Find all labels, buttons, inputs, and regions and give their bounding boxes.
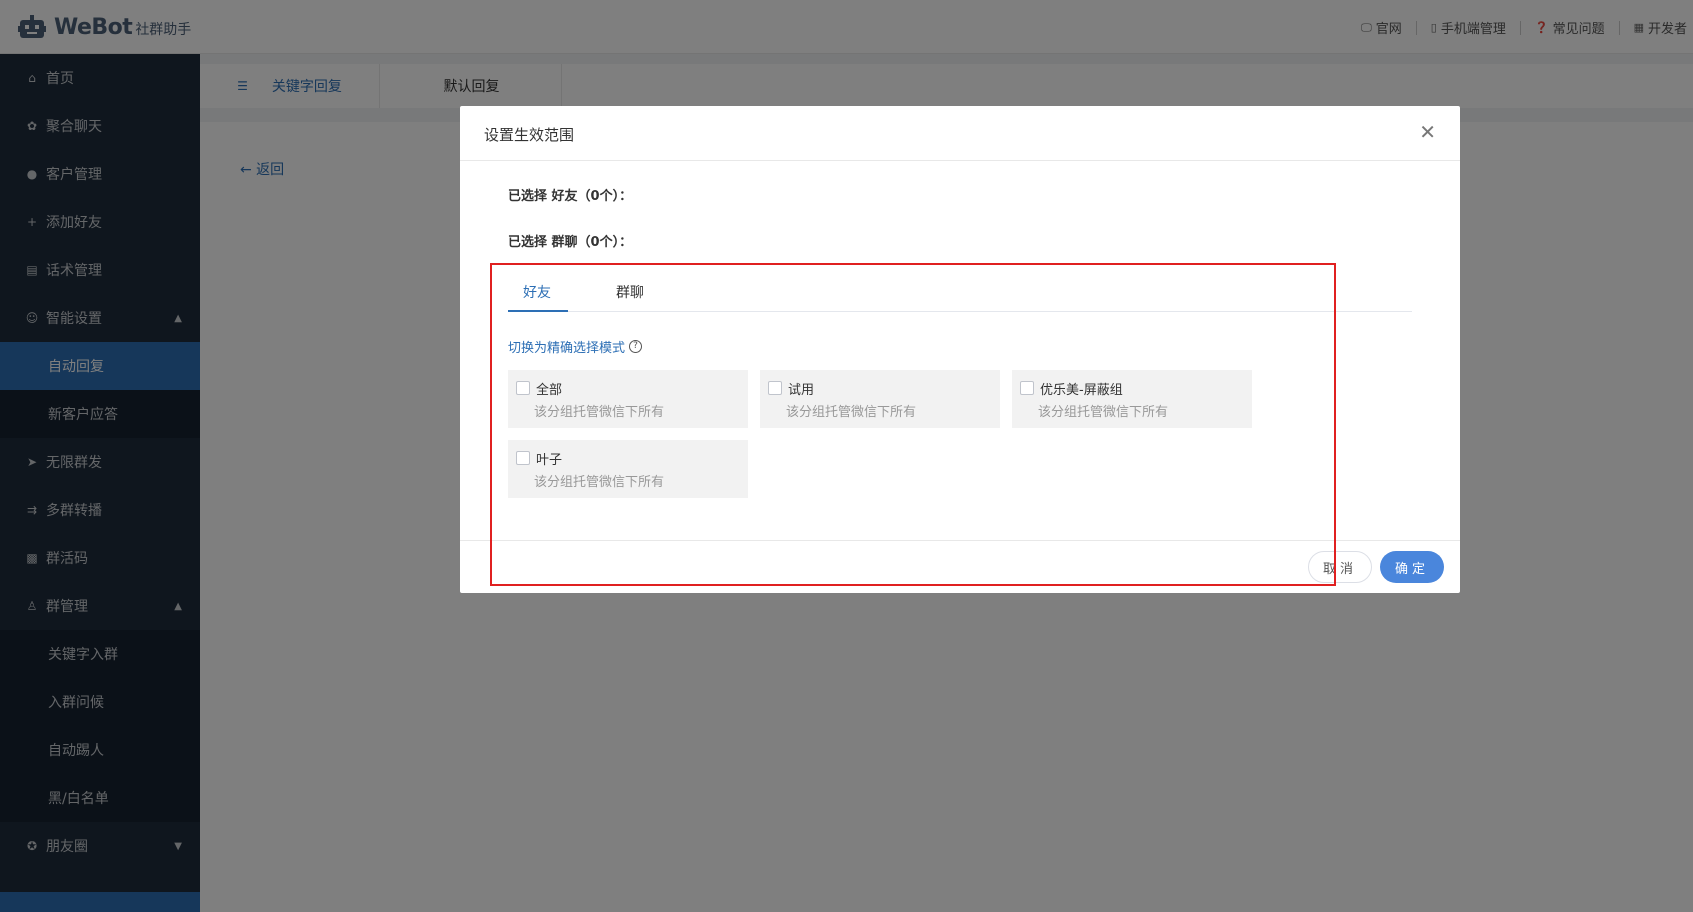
dialog-header: 设置生效范围 ✕	[460, 106, 1460, 161]
selected-friends-label: 已选择 好友（0个）：	[508, 189, 633, 204]
close-icon[interactable]: ✕	[1419, 120, 1436, 144]
confirm-button[interactable]: 确定	[1380, 551, 1444, 583]
dialog-title: 设置生效范围	[484, 126, 575, 144]
selected-groups-label: 已选择 群聊（0个）：	[508, 235, 633, 250]
annotation-highlight-box	[490, 263, 1336, 586]
